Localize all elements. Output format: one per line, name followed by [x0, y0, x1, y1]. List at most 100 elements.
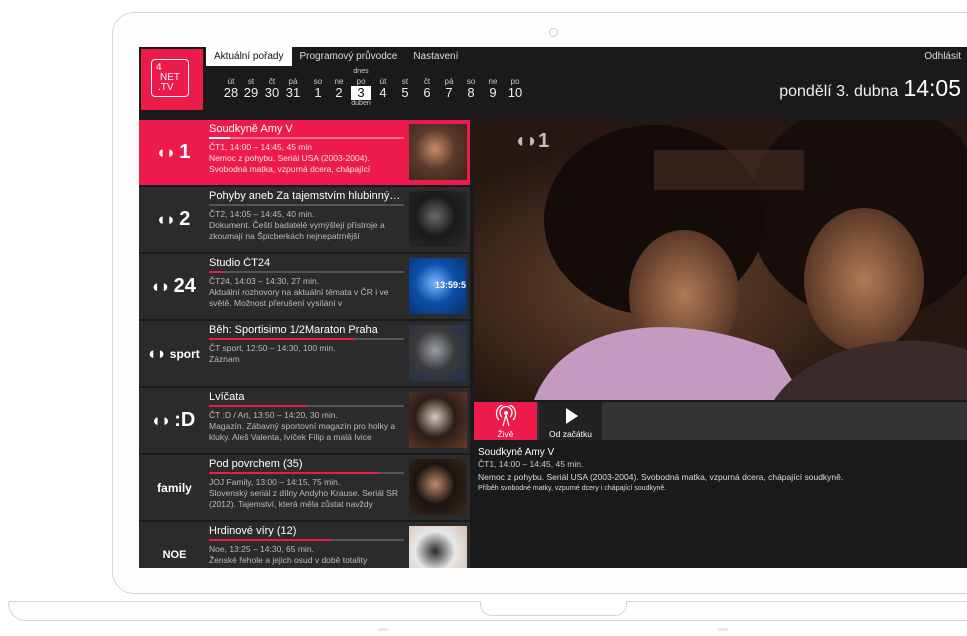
channel-logo-text: 24 [173, 275, 196, 297]
progress-fill [209, 271, 223, 273]
info-title: Soudkyně Amy V [478, 447, 555, 458]
day-number: 5 [401, 85, 409, 100]
broadcast-icon [495, 403, 516, 427]
program-meta: ČT sport, 12:50 – 14:30, 100 min. [209, 343, 336, 353]
day-number: 4 [379, 85, 387, 100]
base-foot [378, 628, 388, 631]
date-day[interactable]: so 8 [461, 77, 481, 100]
progress-fill [209, 338, 356, 340]
program-thumbnail [409, 325, 467, 381]
video-frame [474, 120, 967, 400]
day-number: 28 [223, 85, 239, 100]
date-day[interactable]: st 29 [241, 77, 261, 100]
channel-row[interactable]: ◖◗:D Lvíčata ČT :D / Art, 13:50 – 14:20, 3… [139, 388, 470, 453]
month-label: duben [351, 100, 371, 107]
current-date: pondělí 3. dubna [779, 83, 899, 100]
tab-current-shows[interactable]: Aktuální pořady [206, 47, 292, 66]
program-description: Dokument. Čeští badatelé vymýšlejí příst… [209, 220, 385, 241]
date-day[interactable]: so 1 [308, 77, 328, 100]
tab-settings[interactable]: Nastavení [405, 47, 466, 66]
day-number: 7 [445, 85, 453, 100]
logo-text: .TV [158, 82, 174, 93]
program-thumbnail [409, 191, 467, 247]
date-day[interactable]: út 4 [373, 77, 393, 100]
program-description: Ženské řehole a jejich osud v době total… [209, 555, 368, 565]
logout-link[interactable]: Odhlásit [924, 47, 961, 66]
program-title: Lvíčata [209, 391, 245, 403]
day-number: 30 [264, 85, 280, 100]
channel-logo: NOE [141, 522, 205, 568]
program-meta: ČT1, 14:00 – 14:45, 45 min [209, 142, 313, 152]
program-meta: ČT24, 14:03 – 14:30, 27 min. [209, 276, 320, 286]
channel-row[interactable]: ◖◗ 24 Studio ČT24 ČT24, 14:03 – 14:30, 27 m… [139, 254, 470, 319]
channel-logo-text: 2 [179, 208, 191, 230]
date-day[interactable]: po 10 [505, 77, 525, 100]
restart-button[interactable]: Od začátku [539, 402, 602, 440]
date-day[interactable]: pá 7 [439, 77, 459, 100]
channel-logo-text: NOE [162, 548, 187, 561]
date-today[interactable]: dnes po 3 duben [351, 68, 371, 108]
program-details: Studio ČT24 ČT24, 14:03 – 14:30, 27 min. A… [209, 257, 404, 309]
day-number: 3 [351, 86, 371, 100]
thumbnail-clock: 13:59:5 [434, 280, 466, 290]
day-number: 2 [335, 85, 343, 100]
program-meta: ČT2, 14:05 – 14:45, 40 min. [209, 209, 315, 219]
day-number: 1 [314, 85, 322, 100]
play-icon [565, 408, 578, 424]
program-title: Hrdinové víry (12) [209, 525, 297, 537]
watermark-bracket: ◖◗ [514, 130, 539, 152]
channel-watermark: ◖◗1 [514, 130, 549, 153]
program-details: Lvíčata ČT :D / Art, 13:50 – 14:20, 30 mi… [209, 391, 404, 443]
restart-label: Od začátku [549, 429, 592, 439]
live-label: Živě [497, 429, 514, 439]
info-meta: ČT1, 14:00 – 14:45, 45 min. [478, 459, 584, 469]
player-controls: Živě Od začátku [474, 402, 967, 440]
program-title: Pod povrchem (35) [209, 458, 303, 470]
channel-list: ◖◗ 1 Soudkyně Amy V ČT1, 14:00 – 14:45, 45 … [139, 120, 470, 568]
channel-logo-text: :D [174, 409, 196, 431]
channel-row[interactable]: ◖◗ 2 Pohyby aneb Za tajemstvím hlubinných.… [139, 187, 470, 252]
camera-dot [549, 28, 558, 37]
program-details: Běh: Sportisimo 1/2Maraton Praha ČT sport… [209, 324, 404, 365]
program-description: Magazín. Zábavný sportovní magazín pro h… [209, 421, 396, 442]
channel-logo-text: 1 [179, 141, 191, 163]
brand-logo[interactable]: 4 NET .TV [141, 49, 203, 110]
day-number: 10 [507, 85, 523, 100]
ct-logo-icon: ◖◗ [146, 343, 167, 363]
date-day[interactable]: ne 9 [483, 77, 503, 100]
date-day[interactable]: ne 2 [329, 77, 349, 100]
date-day[interactable]: út 28 [221, 77, 241, 100]
channel-row[interactable]: NOE Hrdinové víry (12) Noe, 13:25 – 14:30,… [139, 522, 470, 568]
progress-bar [209, 271, 404, 273]
watermark-number: 1 [538, 130, 550, 152]
program-meta: JOJ Family, 13:00 – 14:15, 75 min. [209, 477, 341, 487]
date-day[interactable]: st 5 [395, 77, 415, 100]
channel-row[interactable]: ◖◗ 1 Soudkyně Amy V ČT1, 14:00 – 14:45, 45 … [139, 120, 470, 185]
program-title: Běh: Sportisimo 1/2Maraton Praha [209, 324, 378, 336]
date-day[interactable]: čt 30 [262, 77, 282, 100]
channel-row[interactable]: family Pod povrchem (35) JOJ Family, 13:00… [139, 455, 470, 520]
progress-fill [209, 472, 379, 474]
ct-logo-icon: ◖◗ [155, 142, 177, 162]
clock: pondělí 3. dubna 14:05 [779, 75, 961, 102]
day-number: 31 [285, 85, 301, 100]
ct-logo-icon: ◖◗ [155, 209, 177, 229]
ct-logo-icon: ◖◗ [150, 276, 171, 296]
program-thumbnail: 13:59:5 [409, 258, 467, 314]
date-day[interactable]: pá 31 [283, 77, 303, 100]
base-foot [718, 628, 728, 631]
info-description: Nemoc z pohybu. Seriál USA (2003-2004). … [478, 472, 844, 482]
program-details: Soudkyně Amy V ČT1, 14:00 – 14:45, 45 min… [209, 123, 404, 175]
video-player[interactable]: ◖◗1 [474, 120, 967, 400]
program-thumbnail [409, 526, 467, 568]
laptop-notch [480, 601, 627, 616]
top-nav: Aktuální pořady Programový průvodce Nast… [206, 47, 466, 66]
date-day[interactable]: čt 6 [417, 77, 437, 100]
channel-row[interactable]: ◖◗ sport Běh: Sportisimo 1/2Maraton Praha Č… [139, 321, 470, 386]
channel-logo-text: sport [169, 346, 200, 361]
tab-program-guide[interactable]: Programový průvodce [292, 47, 406, 66]
program-description: Slovenský seriál z dílny Andyho Krause. … [209, 488, 398, 509]
live-button[interactable]: Živě [474, 402, 537, 440]
program-details: Pod povrchem (35) JOJ Family, 13:00 – 14:… [209, 458, 404, 510]
program-details: Pohyby aneb Za tajemstvím hlubinných... Č… [209, 190, 404, 242]
